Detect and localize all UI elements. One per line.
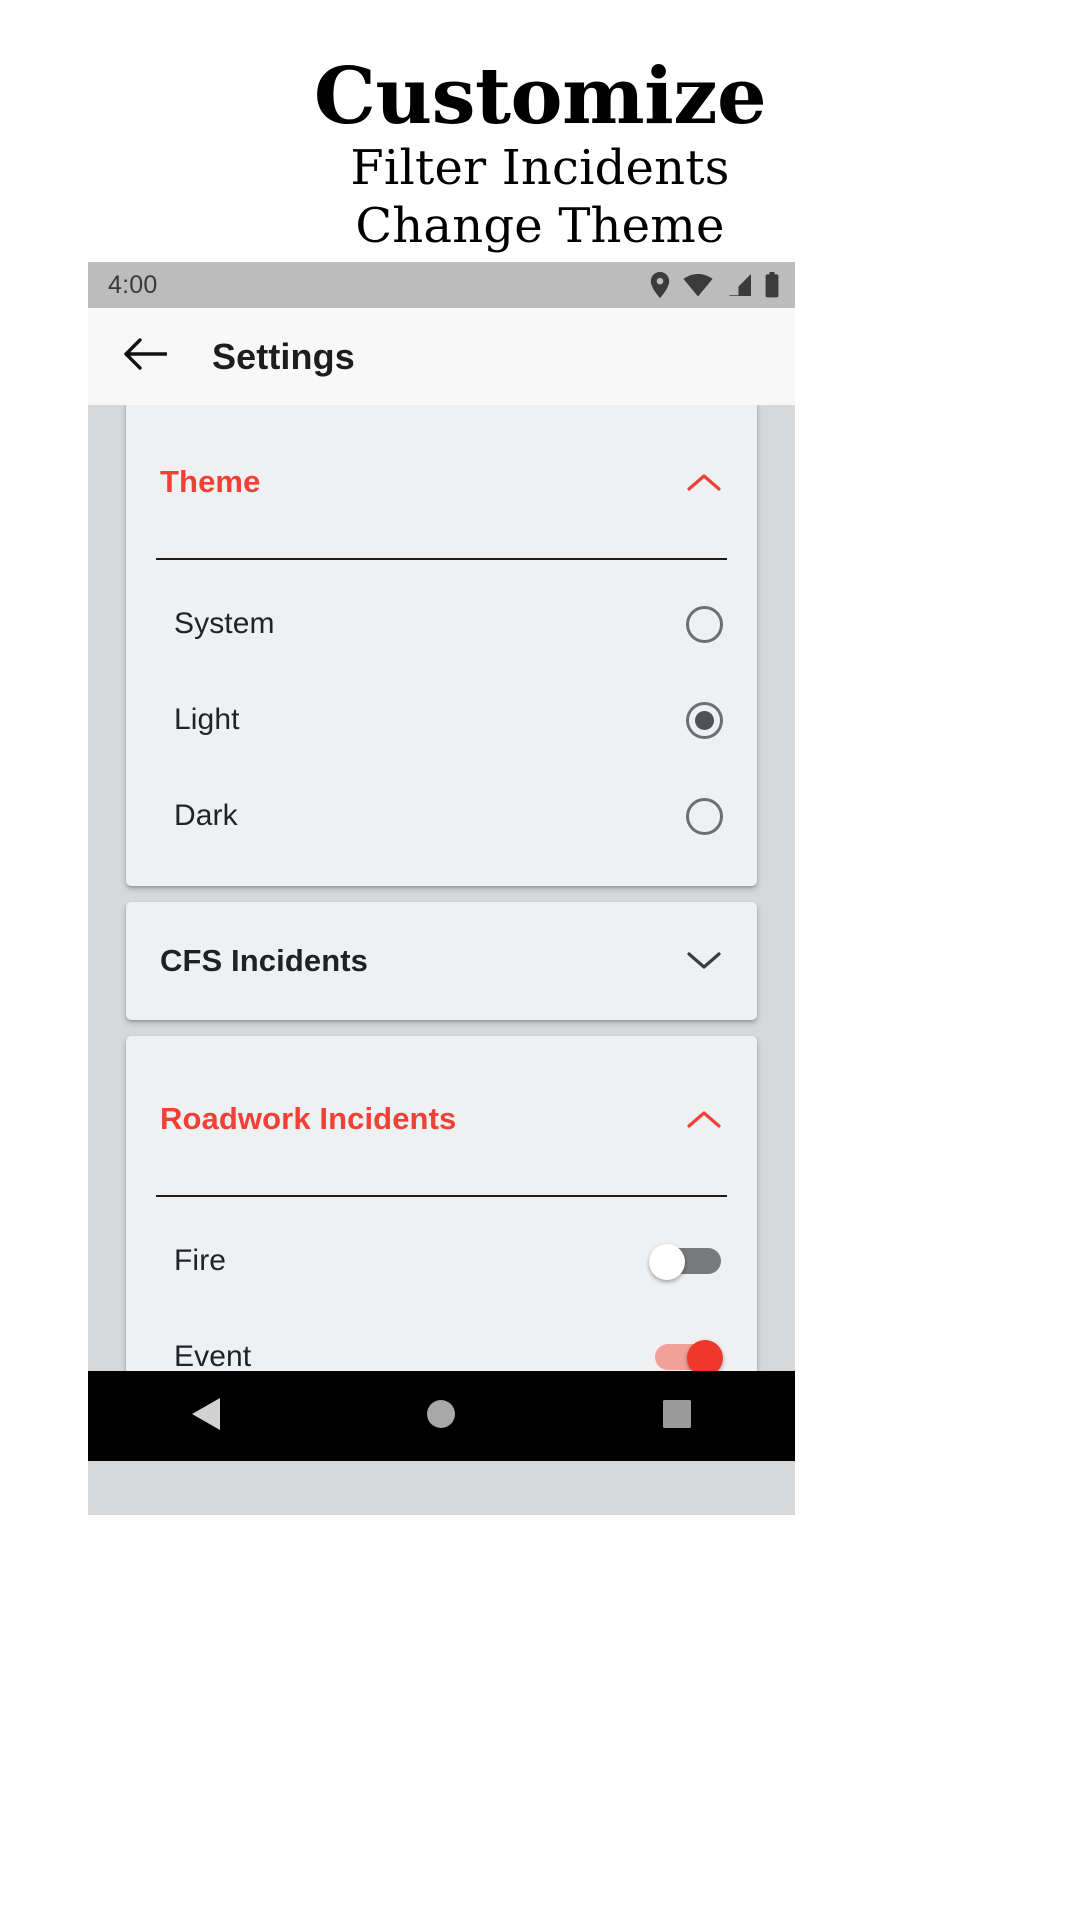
chevron-up-icon[interactable]	[687, 1109, 721, 1129]
android-nav-bar	[88, 1371, 795, 1461]
promo-header: Customize Filter Incidents Change Theme	[0, 0, 1080, 256]
theme-option-dark[interactable]: Dark	[126, 768, 757, 864]
theme-option-light[interactable]: Light	[126, 672, 757, 768]
nav-recents-icon	[662, 1399, 692, 1434]
nav-home-icon	[426, 1399, 456, 1434]
roadwork-toggle-list: Fire Event	[126, 1197, 757, 1371]
location-pin-icon	[650, 272, 670, 298]
cellular-signal-icon	[726, 273, 752, 297]
settings-card-theme[interactable]: Theme System Light Dark	[126, 405, 757, 886]
nav-home-button[interactable]	[381, 1371, 501, 1461]
theme-option-label: System	[174, 607, 275, 640]
card-title-theme: Theme	[160, 464, 261, 499]
promo-title: Customize	[313, 51, 767, 142]
radio-light-selected[interactable]	[686, 701, 723, 739]
phone-screenshot: 4:00 Settings Theme System Light Dark CF…	[88, 262, 795, 1515]
wifi-icon	[683, 273, 713, 297]
theme-option-label: Light	[174, 703, 240, 736]
card-header-theme[interactable]: Theme	[126, 405, 757, 519]
status-bar: 4:00	[88, 262, 795, 308]
toggle-row-event[interactable]: Event	[126, 1309, 757, 1371]
status-bar-clock: 4:00	[108, 270, 158, 299]
battery-icon	[765, 272, 779, 298]
toggle-label: Event	[174, 1340, 252, 1371]
card-title-roadwork-incidents: Roadwork Incidents	[160, 1101, 457, 1136]
settings-card-cfs-incidents[interactable]: CFS Incidents	[126, 902, 757, 1020]
radio-system[interactable]	[686, 605, 723, 643]
status-bar-icons	[650, 272, 779, 298]
nav-back-icon	[190, 1397, 222, 1436]
promo-subtitle-2: Change Theme	[355, 198, 725, 255]
toggle-row-fire[interactable]: Fire	[126, 1213, 757, 1309]
arrow-back-icon	[123, 337, 168, 376]
chevron-down-icon[interactable]	[687, 951, 721, 971]
card-title-cfs-incidents: CFS Incidents	[160, 943, 368, 978]
page-title: Settings	[212, 335, 355, 377]
nav-back-button[interactable]	[146, 1371, 266, 1461]
app-bar: Settings	[88, 308, 795, 405]
toggle-label: Fire	[174, 1244, 227, 1277]
chevron-up-icon[interactable]	[687, 472, 721, 492]
promo-subtitle-1: Filter Incidents	[350, 139, 730, 196]
settings-card-roadwork-incidents[interactable]: Roadwork Incidents Fire Event	[126, 1036, 757, 1371]
theme-option-list: System Light Dark	[126, 560, 757, 886]
theme-option-system[interactable]: System	[126, 576, 757, 672]
nav-recents-button[interactable]	[617, 1371, 737, 1461]
radio-dark[interactable]	[686, 797, 723, 835]
card-header-cfs-incidents[interactable]: CFS Incidents	[126, 902, 757, 1020]
switch-fire[interactable]	[649, 1244, 723, 1280]
switch-event[interactable]	[649, 1340, 723, 1371]
settings-scroll-body[interactable]: Theme System Light Dark CFS Incidents Ro…	[88, 405, 795, 1371]
theme-option-label: Dark	[174, 799, 238, 832]
back-button[interactable]	[114, 326, 176, 388]
card-header-roadwork-incidents[interactable]: Roadwork Incidents	[126, 1036, 757, 1156]
